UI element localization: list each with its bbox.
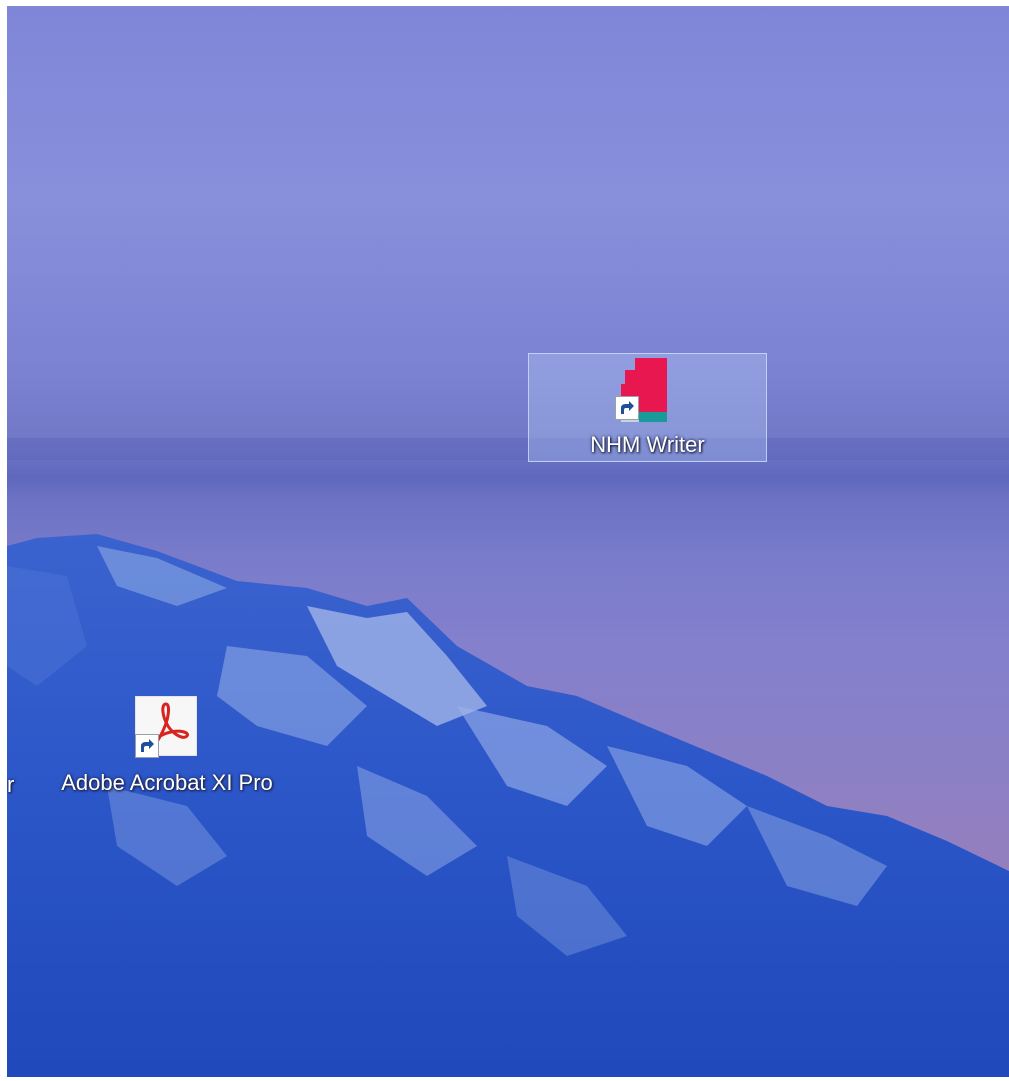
shortcut-arrow-icon xyxy=(615,396,639,420)
desktop[interactable]: r NHM Writer Adobe Acrobat XI Pro xyxy=(7,6,1009,1077)
shortcut-arrow-icon xyxy=(135,734,159,758)
adobe-acrobat-shortcut[interactable]: Adobe Acrobat XI Pro xyxy=(55,692,279,836)
partial-icon-label: r xyxy=(7,772,15,797)
nhm-writer-label: NHM Writer xyxy=(590,432,705,457)
nhm-writer-shortcut[interactable]: NHM Writer xyxy=(528,353,767,462)
adobe-acrobat-label: Adobe Acrobat XI Pro xyxy=(61,770,273,795)
mountain-wallpaper xyxy=(7,438,1009,1077)
